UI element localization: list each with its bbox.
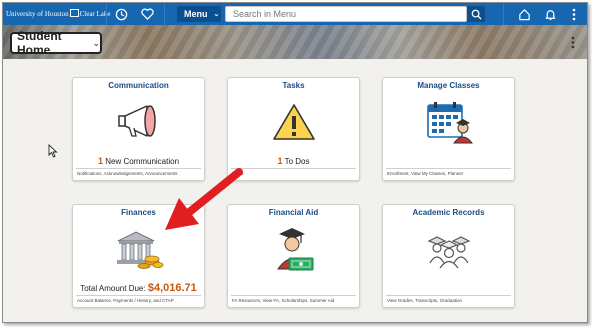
tile-communication[interactable]: Communication 1 New Communication Notifi… bbox=[72, 77, 205, 181]
tile-title: Financial Aid bbox=[268, 208, 319, 217]
tile-title: Communication bbox=[108, 81, 169, 90]
amount-value: $4,016.71 bbox=[147, 282, 197, 294]
search-icon bbox=[471, 9, 482, 20]
chevron-down-icon: ⌄ bbox=[213, 11, 220, 18]
tile-manage-classes[interactable]: Manage Classes Enrollment, View My Class… bbox=[382, 77, 515, 181]
navbar-divider bbox=[164, 3, 165, 25]
divider bbox=[386, 168, 511, 169]
tile-title: Manage Classes bbox=[417, 81, 480, 90]
menu-button-label: Menu bbox=[184, 9, 208, 19]
chevron-down-icon: ⌄ bbox=[92, 37, 100, 48]
actions-menu-icon[interactable] bbox=[565, 5, 583, 23]
home-icon[interactable] bbox=[515, 5, 533, 23]
count-label: To Dos bbox=[284, 157, 310, 166]
navigator-menu-button[interactable]: Menu ⌄ bbox=[177, 6, 221, 22]
amount-label: Total Amount Due: bbox=[80, 284, 146, 293]
tile-description: FA Resources, View FA, Scholarships, Sum… bbox=[232, 298, 335, 303]
count-value: 1 bbox=[277, 156, 283, 166]
navbar-divider bbox=[106, 3, 107, 25]
tile-description: View Grades, Transcripts, Graduation bbox=[387, 298, 462, 303]
app-window: University of Houston Clear Lake Menu ⌄ Se… bbox=[2, 2, 588, 323]
top-navbar: University of Houston Clear Lake Menu ⌄ Se… bbox=[3, 3, 587, 25]
notifications-bell-icon[interactable] bbox=[541, 5, 559, 23]
communication-count: 1 New Communication bbox=[73, 156, 204, 166]
recent-history-icon[interactable] bbox=[112, 5, 130, 23]
tile-title: Tasks bbox=[282, 81, 305, 90]
search-button[interactable] bbox=[467, 6, 485, 22]
divider bbox=[231, 295, 356, 296]
calendar-student-icon bbox=[383, 100, 514, 144]
mouse-cursor-icon bbox=[48, 143, 58, 158]
graduate-money-icon bbox=[228, 225, 359, 273]
homepage-selector[interactable]: Student Home ⌄ bbox=[10, 29, 102, 57]
divider bbox=[386, 295, 511, 296]
tile-financial-aid[interactable]: Financial Aid FA Resources, View FA, Sch… bbox=[227, 204, 360, 308]
tile-title: Academic Records bbox=[412, 208, 485, 217]
tile-description: Enrollment, View My Classes, Planner bbox=[387, 171, 464, 176]
tile-academic-records[interactable]: Academic Records View Grades, Transcript… bbox=[382, 204, 515, 308]
page-actions-icon[interactable] bbox=[571, 36, 579, 50]
tile-description: Account Balance, Payments / History, and… bbox=[77, 298, 174, 303]
homepage-title: Student Home bbox=[17, 29, 62, 57]
count-value: 1 bbox=[97, 156, 103, 166]
navbar-divider bbox=[503, 3, 504, 25]
count-label: New Communication bbox=[105, 157, 180, 166]
divider bbox=[76, 295, 201, 296]
graduates-icon bbox=[383, 233, 514, 269]
logo-mark-icon bbox=[69, 9, 79, 17]
finances-amount: Total Amount Due: $4,016.71 bbox=[73, 282, 204, 294]
warning-triangle-icon bbox=[228, 102, 359, 142]
tile-tasks[interactable]: Tasks 1 To Dos Tasks bbox=[227, 77, 360, 181]
annotation-arrow-icon bbox=[161, 168, 245, 238]
favorites-heart-icon[interactable] bbox=[138, 5, 156, 23]
megaphone-icon bbox=[73, 102, 204, 142]
tasks-count: 1 To Dos bbox=[228, 156, 359, 166]
university-logo[interactable]: University of Houston Clear Lake bbox=[6, 8, 111, 20]
divider bbox=[231, 168, 356, 169]
search-input[interactable]: Search in Menu bbox=[225, 6, 467, 22]
